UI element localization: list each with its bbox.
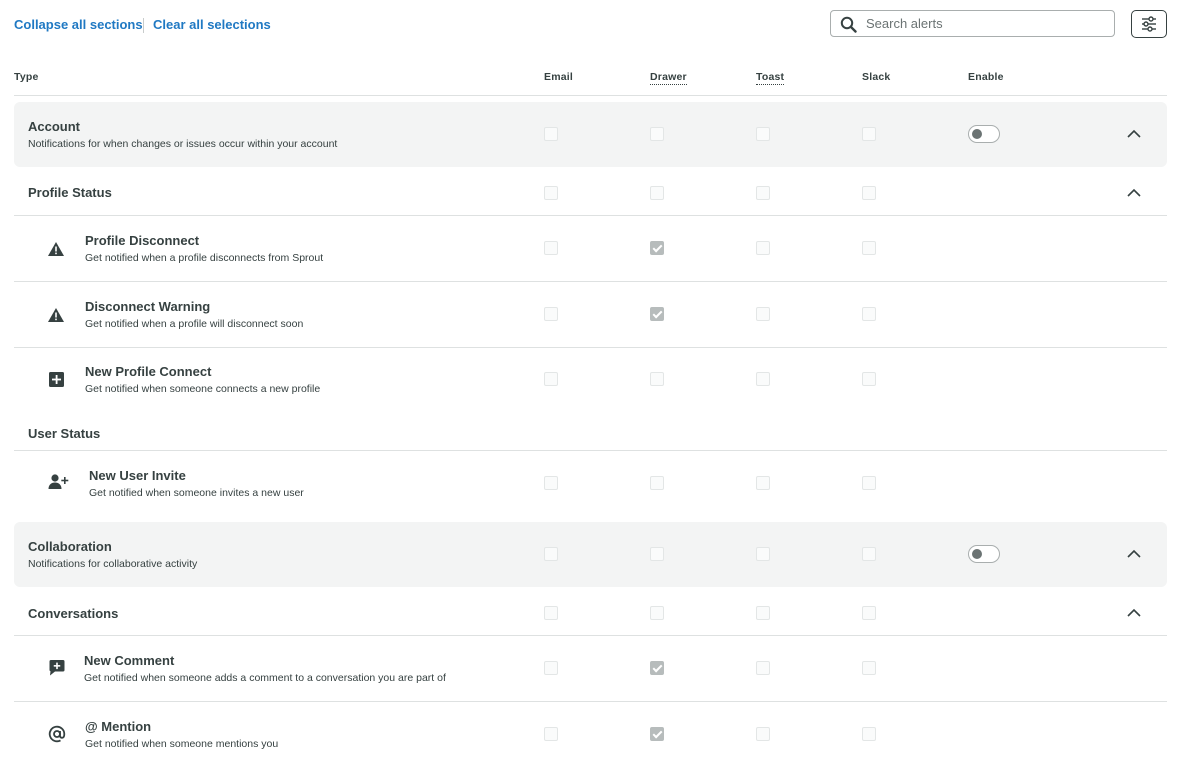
group-profile-status: Profile Status: [14, 167, 1167, 216]
section-account: Account Notifications for when changes o…: [14, 102, 1167, 167]
email-checkbox[interactable]: [544, 547, 558, 561]
drawer-checkbox[interactable]: [650, 127, 664, 141]
toolbar-divider: [143, 18, 144, 33]
drawer-checkbox[interactable]: [650, 186, 664, 200]
alert-row: New Comment Get notified when someone ad…: [14, 636, 1167, 702]
toast-checkbox[interactable]: [756, 476, 770, 490]
email-checkbox[interactable]: [544, 661, 558, 675]
alert-description: Get notified when a profile will disconn…: [85, 318, 304, 330]
alert-description: Get notified when someone connects a new…: [85, 383, 321, 395]
email-checkbox[interactable]: [544, 307, 558, 321]
sliders-icon: [1142, 16, 1156, 32]
drawer-checkbox[interactable]: [650, 476, 664, 490]
toast-checkbox[interactable]: [756, 307, 770, 321]
section-title: Account: [28, 119, 80, 134]
email-checkbox[interactable]: [544, 372, 558, 386]
chevron-up-icon[interactable]: [1126, 605, 1142, 621]
group-title: Conversations: [28, 606, 119, 621]
email-checkbox[interactable]: [544, 241, 558, 255]
slack-checkbox[interactable]: [862, 127, 876, 141]
drawer-checkbox[interactable]: [650, 547, 664, 561]
slack-checkbox[interactable]: [862, 186, 876, 200]
drawer-checkbox[interactable]: [650, 727, 664, 741]
toast-checkbox[interactable]: [756, 372, 770, 386]
alert-description: Get notified when someone mentions you: [85, 738, 279, 750]
slack-checkbox[interactable]: [862, 606, 876, 620]
slack-checkbox[interactable]: [862, 547, 876, 561]
slack-checkbox[interactable]: [862, 372, 876, 386]
drawer-checkbox[interactable]: [650, 241, 664, 255]
slack-checkbox[interactable]: [862, 307, 876, 321]
drawer-checkbox[interactable]: [650, 372, 664, 386]
alert-title: @ Mention: [85, 719, 152, 734]
alert-title: New Comment: [84, 653, 175, 668]
alert-row: New User Invite Get notified when someon…: [14, 451, 1167, 522]
column-drawer[interactable]: Drawer: [650, 71, 687, 85]
table-header: Type Email Drawer Toast Slack Enable: [14, 71, 1167, 96]
email-checkbox[interactable]: [544, 127, 558, 141]
section-collaboration: Collaboration Notifications for collabor…: [14, 522, 1167, 587]
column-email: Email: [544, 71, 574, 83]
alert-row: Profile Disconnect Get notified when a p…: [14, 216, 1167, 282]
clear-all-selections-link[interactable]: Clear all selections: [153, 17, 271, 32]
group-title: Profile Status: [28, 185, 112, 200]
warning-icon: [48, 242, 64, 256]
chevron-up-icon[interactable]: [1126, 126, 1142, 142]
slack-checkbox[interactable]: [862, 661, 876, 675]
alert-row: New Profile Connect Get notified when so…: [14, 348, 1167, 414]
alert-title: New Profile Connect: [85, 364, 212, 379]
search-icon: [840, 16, 857, 33]
enable-toggle[interactable]: [968, 125, 1000, 143]
drawer-checkbox[interactable]: [650, 661, 664, 675]
group-conversations: Conversations: [14, 587, 1167, 636]
column-toast[interactable]: Toast: [756, 71, 785, 85]
slack-checkbox[interactable]: [862, 241, 876, 255]
section-description: Notifications for collaborative activity: [28, 558, 198, 570]
alert-description: Get notified when a profile disconnects …: [85, 252, 324, 264]
group-title: User Status: [28, 426, 101, 441]
slack-checkbox[interactable]: [862, 476, 876, 490]
filter-settings-button[interactable]: [1131, 10, 1167, 38]
toast-checkbox[interactable]: [756, 127, 770, 141]
toast-checkbox[interactable]: [756, 606, 770, 620]
column-type: Type: [14, 71, 39, 83]
enable-toggle[interactable]: [968, 545, 1000, 563]
alert-description: Get notified when someone invites a new …: [89, 487, 304, 499]
alert-title: New User Invite: [89, 468, 186, 483]
email-checkbox[interactable]: [544, 727, 558, 741]
drawer-checkbox[interactable]: [650, 307, 664, 321]
group-user-status: User Status: [14, 414, 1167, 451]
collapse-all-sections-link[interactable]: Collapse all sections: [14, 17, 143, 32]
section-description: Notifications for when changes or issues…: [28, 138, 338, 150]
warning-icon: [48, 308, 64, 322]
search-input[interactable]: [866, 14, 1106, 33]
toast-checkbox[interactable]: [756, 186, 770, 200]
at-sign-icon: [48, 725, 66, 743]
alert-row: @ Mention Get notified when someone ment…: [14, 702, 1167, 768]
search-box[interactable]: [830, 10, 1115, 37]
alert-title: Disconnect Warning: [85, 299, 211, 314]
email-checkbox[interactable]: [544, 186, 558, 200]
add-user-icon: [48, 474, 69, 489]
toast-checkbox[interactable]: [756, 547, 770, 561]
email-checkbox[interactable]: [544, 476, 558, 490]
chevron-up-icon[interactable]: [1126, 185, 1142, 201]
column-enable: Enable: [968, 71, 1004, 83]
section-title: Collaboration: [28, 539, 112, 554]
toast-checkbox[interactable]: [756, 241, 770, 255]
plus-square-icon: [49, 372, 64, 387]
drawer-checkbox[interactable]: [650, 606, 664, 620]
alert-row: Disconnect Warning Get notified when a p…: [14, 282, 1167, 348]
toast-checkbox[interactable]: [756, 661, 770, 675]
alert-title: Profile Disconnect: [85, 233, 200, 248]
column-slack: Slack: [862, 71, 891, 83]
toast-checkbox[interactable]: [756, 727, 770, 741]
comment-icon: [49, 660, 65, 676]
chevron-up-icon[interactable]: [1126, 546, 1142, 562]
alert-description: Get notified when someone adds a comment…: [84, 672, 446, 684]
email-checkbox[interactable]: [544, 606, 558, 620]
slack-checkbox[interactable]: [862, 727, 876, 741]
